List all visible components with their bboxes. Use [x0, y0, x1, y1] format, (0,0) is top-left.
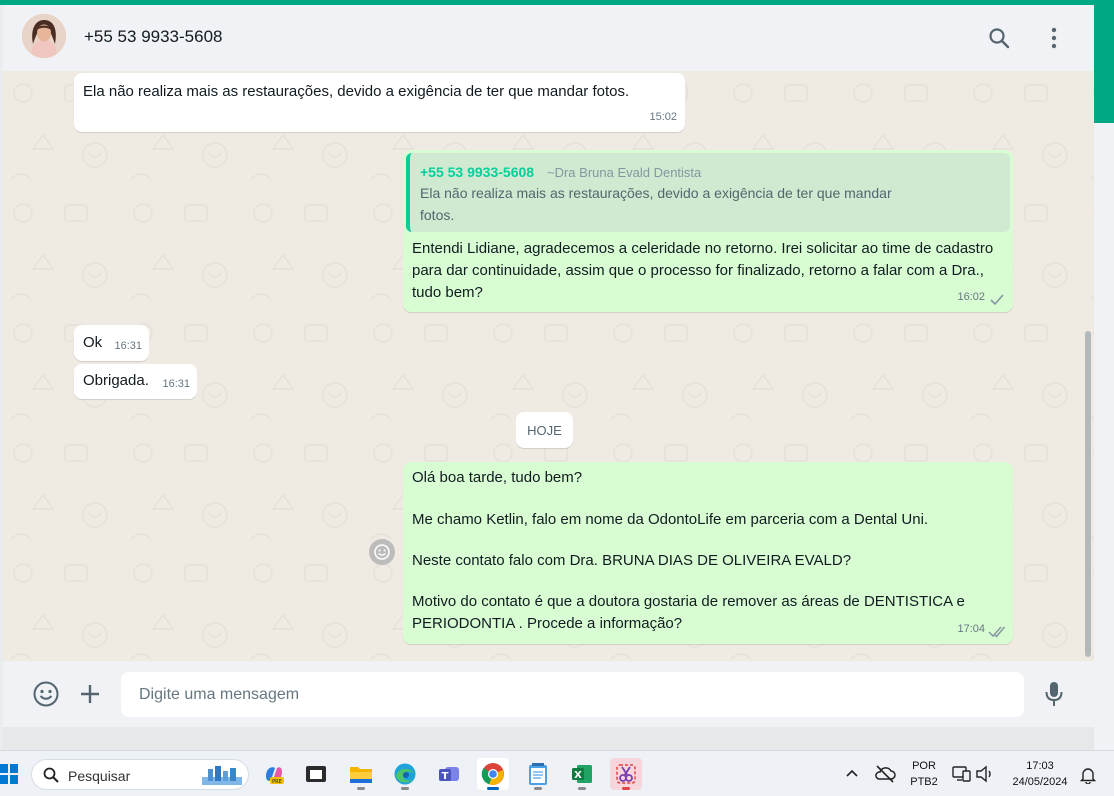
message-time: 16:02 [957, 291, 985, 303]
message-time: 17:04 [957, 623, 985, 635]
whatsapp-chat-window: +55 53 9933-5608 Ela não realiza mais as… [3, 5, 1094, 727]
message-bubble-incoming[interactable]: Ela não realiza mais as restaurações, de… [74, 73, 685, 132]
search-icon[interactable] [985, 24, 1013, 52]
emoji-icon[interactable] [31, 679, 61, 709]
file-explorer-icon[interactable] [345, 758, 377, 790]
keyboard-layout[interactable]: PTB2 [906, 776, 942, 788]
cloud-sync-icon[interactable] [874, 764, 896, 784]
chrome-icon[interactable] [477, 758, 509, 790]
search-icon [43, 767, 59, 783]
contact-name[interactable]: +55 53 9933-5608 [84, 27, 223, 47]
svg-text:T: T [442, 771, 449, 782]
chat-scrollbar[interactable] [1085, 331, 1091, 657]
terminal-icon[interactable] [300, 758, 332, 790]
search-highlight-icon [202, 766, 242, 785]
edge-icon[interactable] [389, 758, 421, 790]
plus-icon[interactable] [75, 679, 105, 709]
svg-text:X: X [574, 770, 582, 781]
quoted-text: Ela não realiza mais as restaurações, de… [420, 185, 892, 223]
date-divider: HOJE [516, 412, 573, 448]
message-text: Entendi Lidiane, agradecemos a celeridad… [412, 240, 994, 301]
message-composer [3, 661, 1094, 727]
message-paragraph: Olá boa tarde, tudo bem? [412, 469, 583, 486]
background-window-edge-lower [1094, 123, 1114, 750]
message-time: 15:02 [649, 111, 677, 123]
svg-text:PRE: PRE [272, 779, 282, 785]
message-paragraph: Neste contato falo com Dra. BRUNA DIAS D… [412, 552, 852, 569]
emoji-icon [374, 544, 390, 560]
message-list[interactable]: Ela não realiza mais as restaurações, de… [3, 71, 1094, 661]
contact-avatar[interactable] [22, 14, 66, 58]
notification-bell-icon[interactable] [1079, 766, 1097, 785]
message-text: Obrigada. [83, 372, 149, 389]
taskbar-search-label: Pesquisar [68, 768, 131, 784]
chevron-up-icon[interactable] [845, 767, 859, 781]
teams-icon[interactable]: T [433, 758, 465, 790]
message-text: Olá boa tarde, tudo bem? Me chamo Ketlin… [412, 467, 997, 635]
taskbar-search[interactable]: Pesquisar [31, 759, 249, 790]
excel-icon[interactable]: X [566, 758, 598, 790]
message-bubble-incoming[interactable]: Obrigada. 16:31 [74, 364, 197, 399]
windows-logo-icon [0, 764, 18, 784]
message-input[interactable] [121, 672, 1024, 717]
message-paragraph: Me chamo Ketlin, falo em nome da OdontoL… [412, 511, 929, 528]
copilot-icon[interactable]: PRE [258, 758, 290, 790]
message-text: Ela não realiza mais as restaurações, de… [83, 83, 630, 100]
menu-icon[interactable] [1040, 24, 1068, 52]
delivered-ticks-icon [988, 626, 1006, 638]
quoted-message[interactable]: +55 53 9933-5608 ~Dra Bruna Evald Dentis… [406, 153, 1010, 232]
sent-tick-icon [990, 294, 1004, 306]
clock-date[interactable]: 24/05/2024 [1005, 776, 1075, 788]
quoted-sender: +55 53 9933-5608 [420, 164, 535, 180]
chat-header: +55 53 9933-5608 [3, 5, 1094, 71]
network-icon[interactable] [952, 765, 972, 783]
keyboard-language[interactable]: POR [906, 760, 942, 772]
message-bubble-incoming[interactable]: Ok 16:31 [74, 325, 149, 361]
mic-icon[interactable] [1039, 679, 1069, 709]
message-paragraph: Motivo do contato é que a doutora gostar… [412, 593, 965, 632]
message-text: Ok [83, 334, 103, 351]
notepad-icon[interactable] [522, 758, 554, 790]
message-time: 16:31 [114, 340, 142, 352]
message-bubble-outgoing[interactable]: Olá boa tarde, tudo bem? Me chamo Ketlin… [403, 462, 1013, 644]
background-window-edge [1094, 5, 1114, 123]
message-time: 16:31 [162, 378, 190, 390]
message-bubble-outgoing[interactable]: +55 53 9933-5608 ~Dra Bruna Evald Dentis… [403, 150, 1013, 312]
start-button[interactable] [0, 763, 20, 785]
reaction-emoji-button[interactable] [369, 539, 395, 565]
clock-time[interactable]: 17:03 [1010, 760, 1070, 772]
volume-icon[interactable] [975, 765, 995, 783]
taskbar: Pesquisar PRE T X POR PTB2 17:03 24/05/2… [0, 750, 1114, 796]
snipping-tool-icon[interactable] [610, 758, 642, 790]
quoted-sender-alias: ~Dra Bruna Evald Dentista [547, 165, 702, 180]
